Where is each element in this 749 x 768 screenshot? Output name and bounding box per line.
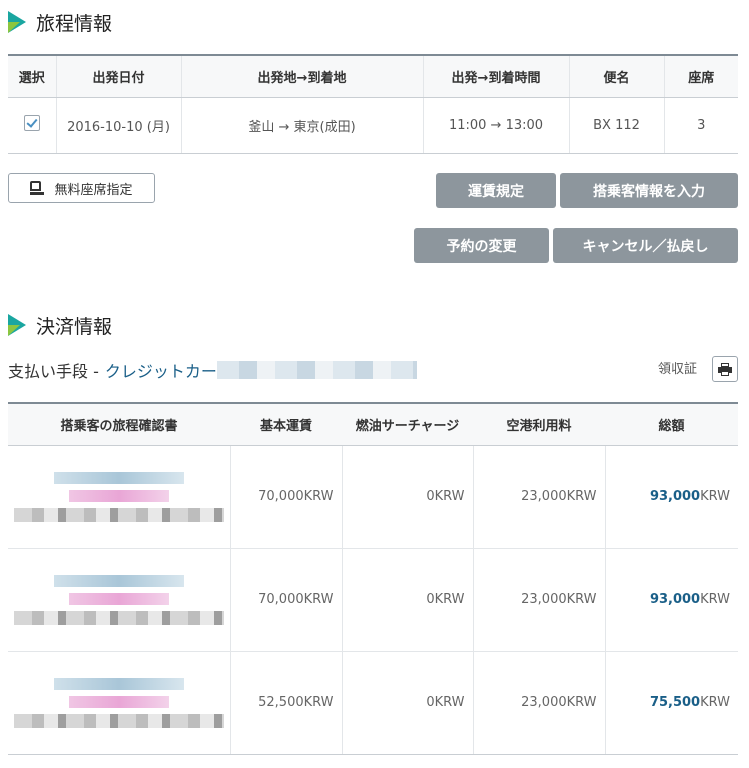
route: 釜山 → 東京(成田) [180, 97, 423, 154]
total-amount: 93,000 [649, 489, 701, 504]
base-fare: 70,000KRW [229, 445, 342, 549]
table-row: 52,500KRW 0KRW 23,000KRW 75,500KRW [8, 651, 738, 755]
total-cell: 93,000KRW [604, 548, 738, 652]
airport-fee: 23,000KRW [472, 445, 605, 549]
total-amount: 93,000 [649, 592, 701, 607]
free-seat-button[interactable]: 無料座席指定 [8, 173, 155, 203]
passenger-cell [8, 548, 230, 652]
col-total: 総額 [605, 403, 738, 446]
passenger-cell [8, 651, 230, 755]
select-checkbox[interactable] [23, 115, 40, 131]
seat-icon [30, 181, 46, 195]
fare-table: 搭乗客の旅程確認書 基本運賃 燃油サーチャージ 空港利用料 総額 70,000K… [8, 402, 738, 755]
col-airport-fee: 空港利用料 [473, 403, 605, 446]
col-time: 出発→到着時間 [422, 55, 569, 98]
flight-time: 11:00 → 13:00 [422, 97, 569, 154]
fuel-surcharge: 0KRW [341, 651, 473, 755]
itinerary-section-title: 旅程情報 [8, 8, 112, 36]
itinerary-header-row: 選択 出発日付 出発地→到着地 出発→到着時間 便名 座席 [8, 55, 738, 98]
section-arrow-icon [8, 11, 26, 33]
col-seats: 座席 [663, 55, 738, 98]
print-receipt-button[interactable] [712, 356, 738, 382]
fuel-surcharge: 0KRW [341, 548, 473, 652]
change-booking-button[interactable]: 予約の変更 [414, 228, 549, 263]
section-arrow-icon [8, 314, 26, 336]
payment-title-text: 決済情報 [36, 315, 113, 338]
col-select: 選択 [8, 55, 56, 98]
total-cell: 75,500KRW [604, 651, 738, 755]
col-departure-date: 出発日付 [55, 55, 181, 98]
itinerary-table: 選択 出発日付 出発地→到着地 出発→到着時間 便名 座席 2016-10-10… [8, 54, 738, 154]
free-seat-label: 無料座席指定 [54, 182, 133, 198]
printer-icon [718, 363, 732, 376]
fare-header-row: 搭乗客の旅程確認書 基本運賃 燃油サーチャージ 空港利用料 総額 [8, 403, 738, 446]
table-row: 70,000KRW 0KRW 23,000KRW 93,000KRW [8, 445, 738, 549]
payment-method-line: 支払い手段 - クレジットカー [8, 358, 417, 382]
passenger-info-button[interactable]: 搭乗客情報を入力 [560, 173, 738, 208]
payment-method-label: 支払い手段 - [8, 362, 99, 381]
col-flight: 便名 [568, 55, 664, 98]
total-currency: KRW [700, 592, 730, 607]
col-passenger-itinerary: 搭乗客の旅程確認書 [8, 403, 230, 446]
itinerary-title-text: 旅程情報 [36, 12, 113, 35]
payment-method-value: クレジットカー [104, 362, 217, 381]
col-route: 出発地→到着地 [180, 55, 423, 98]
receipt-label: 領収証 [658, 362, 698, 377]
payment-section-title: 決済情報 [8, 311, 112, 339]
col-base-fare: 基本運賃 [230, 403, 342, 446]
passenger-cell [8, 445, 230, 549]
cancel-refund-button[interactable]: キャンセル／払戻し [553, 228, 738, 263]
base-fare: 70,000KRW [229, 548, 342, 652]
col-fuel-surcharge: 燃油サーチャージ [342, 403, 473, 446]
fare-rules-button[interactable]: 運賃規定 [436, 173, 556, 208]
passenger-redacted[interactable] [8, 471, 230, 522]
table-row: 70,000KRW 0KRW 23,000KRW 93,000KRW [8, 548, 738, 652]
base-fare: 52,500KRW [229, 651, 342, 755]
passenger-redacted[interactable] [8, 677, 230, 728]
total-amount: 75,500 [649, 695, 701, 710]
total-currency: KRW [700, 695, 730, 710]
select-cell [8, 97, 56, 154]
fuel-surcharge: 0KRW [341, 445, 473, 549]
card-number-redacted [216, 361, 417, 379]
airport-fee: 23,000KRW [472, 651, 605, 755]
table-row: 2016-10-10 (月) 釜山 → 東京(成田) 11:00 → 13:00… [8, 97, 738, 154]
flight-number: BX 112 [568, 97, 664, 154]
seat-count: 3 [663, 97, 738, 154]
total-cell: 93,000KRW [604, 445, 738, 549]
passenger-redacted[interactable] [8, 574, 230, 625]
departure-date: 2016-10-10 (月) [55, 97, 181, 154]
airport-fee: 23,000KRW [472, 548, 605, 652]
total-currency: KRW [700, 489, 730, 504]
